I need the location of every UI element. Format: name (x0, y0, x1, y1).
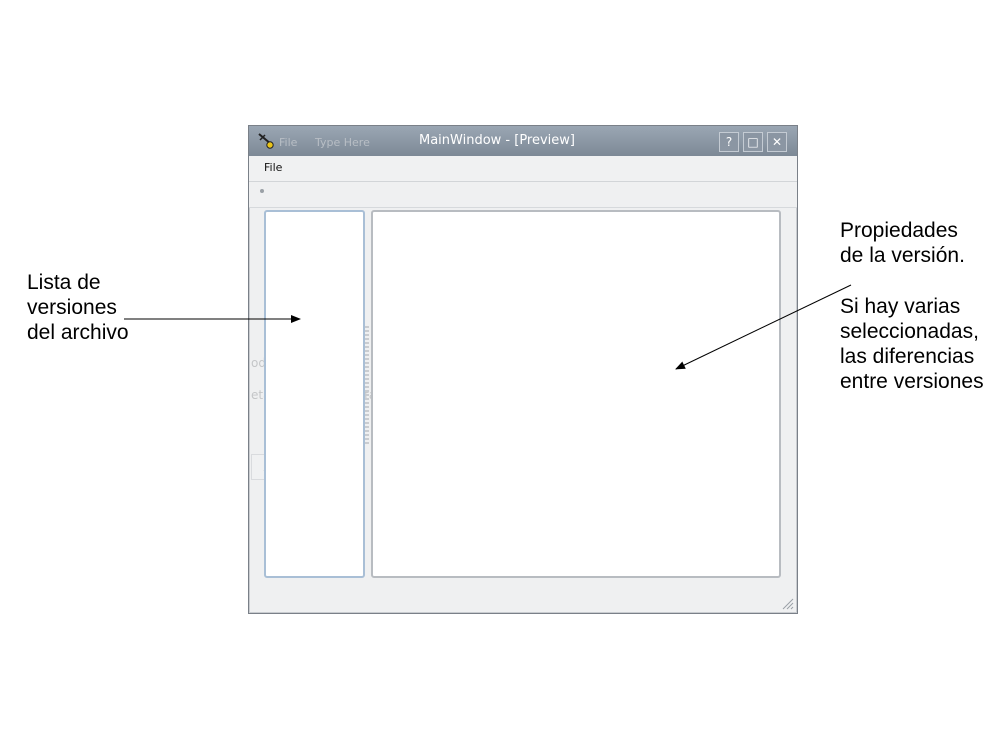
maximize-button[interactable]: □ (743, 132, 763, 152)
annotation-version-properties: Propiedades de la versión. (840, 218, 990, 268)
main-window: Nueva instantánea Guardar como... Copiar… (248, 125, 798, 614)
toolbar-handle-icon[interactable] (259, 188, 265, 194)
annotation-multiple-selection: Si hay varias seleccionadas, las diferen… (840, 294, 992, 394)
close-button[interactable]: ✕ (767, 132, 787, 152)
window-title: MainWindow - [Preview] (419, 133, 575, 148)
annotation-line: Lista de (27, 271, 101, 294)
menu-bar: File (249, 156, 797, 182)
annotation-line: seleccionadas, (840, 320, 979, 343)
resize-grip-icon[interactable] (780, 596, 794, 610)
splitter-handle[interactable] (365, 326, 369, 446)
toolbar (249, 182, 797, 208)
annotation-line: del archivo (27, 321, 129, 344)
annotation-line: entre versiones (840, 370, 984, 393)
annotation-line: Propiedades (840, 219, 958, 242)
annotation-line: Si hay varias (840, 295, 961, 318)
annotation-file-versions-list: Lista de versiones del archivo (27, 270, 167, 345)
help-button[interactable]: ? (719, 132, 739, 152)
annotation-line: versiones (27, 296, 117, 319)
file-versions-list[interactable] (264, 210, 365, 578)
title-bar[interactable]: File Type Here MainWindow - [Preview] ? … (249, 126, 797, 156)
annotation-line: de la versión. (840, 244, 965, 267)
annotation-line: las diferencias (840, 345, 975, 368)
version-properties-panel[interactable] (371, 210, 781, 578)
menu-file[interactable]: File (264, 161, 282, 174)
